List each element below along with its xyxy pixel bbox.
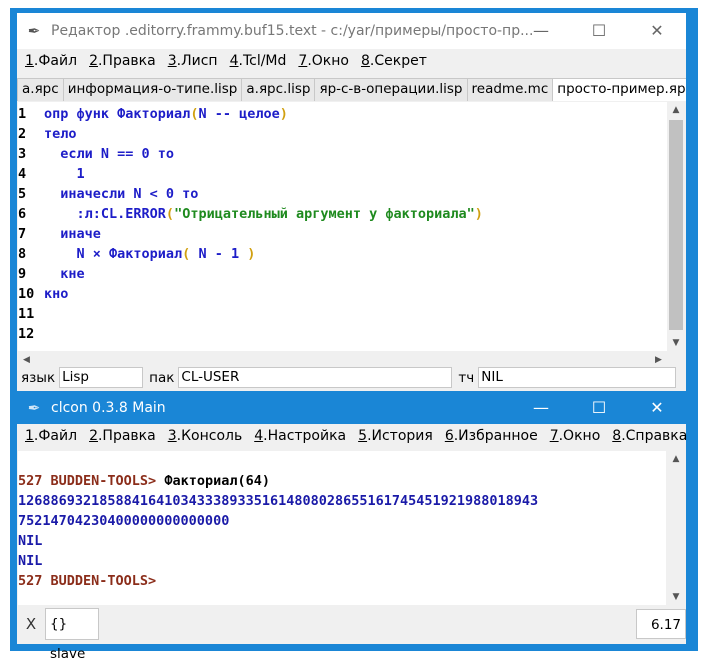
- console-bottombar: X {} slave 6.17: [17, 606, 686, 662]
- close-slave-button[interactable]: X: [17, 615, 45, 633]
- code-line: 10 кно: [18, 286, 69, 302]
- console-titlebar[interactable]: ✒ clcon 0.3.8 Main — ☐ ✕: [17, 391, 686, 424]
- scroll-thumb[interactable]: [669, 120, 683, 330]
- console-output[interactable]: 527 BUDDEN-TOOLS> Факториал(64) 12688693…: [18, 451, 666, 605]
- tab-type-info[interactable]: информация-о-типе.lisp: [62, 78, 243, 101]
- menu-console[interactable]: 3.Консоль: [168, 428, 243, 444]
- minimize-button[interactable]: —: [512, 391, 570, 424]
- scroll-up-icon[interactable]: ▲: [667, 102, 685, 118]
- editor-title: Редактор .editorry.frammy.buf15.text - c…: [51, 23, 534, 39]
- console-vertical-scrollbar[interactable]: ▲ ▼: [667, 451, 685, 605]
- readtable-field[interactable]: NIL: [478, 367, 677, 388]
- console-prompt: 527 BUDDEN-TOOLS>: [18, 573, 157, 589]
- code-line: 2 тело: [18, 126, 77, 142]
- code-line: 9 кне: [18, 266, 85, 282]
- code-line: 6 :л:CL.ERROR("Отрицательный аргумент у …: [18, 206, 483, 222]
- editor-statusbar: язык Lisp пак CL-USER тч NIL: [17, 366, 686, 389]
- tab-readme[interactable]: readme.mc: [466, 78, 554, 101]
- console-line: NIL: [18, 533, 43, 549]
- menu-window[interactable]: 7.Окно: [298, 53, 349, 69]
- menu-history[interactable]: 5.История: [358, 428, 433, 444]
- editor-vertical-scrollbar[interactable]: ▲ ▼: [667, 102, 685, 351]
- menu-secret[interactable]: 8.Секрет: [361, 53, 427, 69]
- slave-tab[interactable]: {} slave: [45, 608, 99, 662]
- code-line: 5 иначесли N < 0 то: [18, 186, 199, 202]
- editor-window: ✒ Редактор .editorry.frammy.buf15.text -…: [17, 13, 686, 391]
- package-field[interactable]: CL-USER: [178, 367, 453, 388]
- menu-edit[interactable]: 2.Правка: [89, 53, 156, 69]
- scroll-up-icon[interactable]: ▲: [667, 451, 685, 467]
- package-label: пак: [149, 369, 175, 386]
- editor-menubar: 1.Файл 2.Правка 3.Лисп 4.Tcl/Md 7.Окно 8…: [17, 49, 686, 73]
- tab-a-yars-lisp[interactable]: а.ярс.lisp: [241, 78, 316, 101]
- code-editor[interactable]: 1 опр функ Факториал(N -- целое) 2 тело 3 …: [18, 102, 667, 351]
- code-line: 1 опр функ Факториал(N -- целое): [18, 106, 288, 122]
- maximize-button[interactable]: ☐: [570, 13, 628, 49]
- code-line: 7 иначе: [18, 226, 101, 242]
- console-line: NIL: [18, 553, 43, 569]
- menu-window[interactable]: 7.Окно: [550, 428, 601, 444]
- menu-settings[interactable]: 4.Настройка: [254, 428, 346, 444]
- menu-favorites[interactable]: 6.Избранное: [445, 428, 538, 444]
- readtable-label: тч: [458, 369, 475, 386]
- tab-simple-example[interactable]: просто-пример.ярс: [552, 78, 686, 101]
- desktop-frame: ✒ Редактор .editorry.frammy.buf15.text -…: [0, 0, 705, 662]
- editor-titlebar[interactable]: ✒ Редактор .editorry.frammy.buf15.text -…: [17, 13, 686, 49]
- menu-lisp[interactable]: 3.Лисп: [168, 53, 218, 69]
- minimize-button[interactable]: —: [512, 13, 570, 49]
- close-button[interactable]: ✕: [628, 13, 686, 49]
- code-line: 3 если N == 0 то: [18, 146, 175, 162]
- maximize-button[interactable]: ☐: [570, 391, 628, 424]
- menu-help[interactable]: 8.Справка: [612, 428, 687, 444]
- version-label: 6.17: [636, 609, 686, 639]
- console-line: 527 BUDDEN-TOOLS> Факториал(64): [18, 473, 270, 489]
- menu-tcl[interactable]: 4.Tcl/Md: [230, 53, 287, 69]
- code-line: 11: [18, 306, 35, 322]
- console-menubar: 1.Файл 2.Правка 3.Консоль 4.Настройка 5.…: [17, 424, 687, 448]
- lang-label: язык: [21, 369, 56, 386]
- tab-yar-ops[interactable]: яр-с-в-операции.lisp: [314, 78, 468, 101]
- console-title: clcon 0.3.8 Main: [51, 399, 166, 416]
- console-line: 75214704230400000000000000: [18, 513, 230, 529]
- console-window: ✒ clcon 0.3.8 Main — ☐ ✕ 1.Файл 2.Правка…: [17, 391, 687, 662]
- code-line: 4 1: [18, 166, 85, 182]
- code-line: 8 N × Факториал( N - 1 ): [18, 246, 256, 262]
- code-line: 12: [18, 326, 35, 342]
- scroll-down-icon[interactable]: ▼: [667, 335, 685, 351]
- menu-file[interactable]: 1.Файл: [25, 428, 77, 444]
- feather-icon: ✒: [27, 22, 41, 40]
- console-line: 1268869321858841641034333893351614808028…: [18, 493, 539, 509]
- close-button[interactable]: ✕: [628, 391, 686, 424]
- scroll-down-icon[interactable]: ▼: [667, 589, 685, 605]
- editor-tabs: а.ярс информация-о-типе.lisp а.ярс.lisp …: [17, 78, 686, 101]
- lang-field[interactable]: Lisp: [59, 367, 144, 388]
- menu-edit[interactable]: 2.Правка: [89, 428, 156, 444]
- menu-file[interactable]: 1.Файл: [25, 53, 77, 69]
- tab-a-yars[interactable]: а.ярс: [17, 78, 64, 101]
- feather-icon: ✒: [27, 398, 41, 417]
